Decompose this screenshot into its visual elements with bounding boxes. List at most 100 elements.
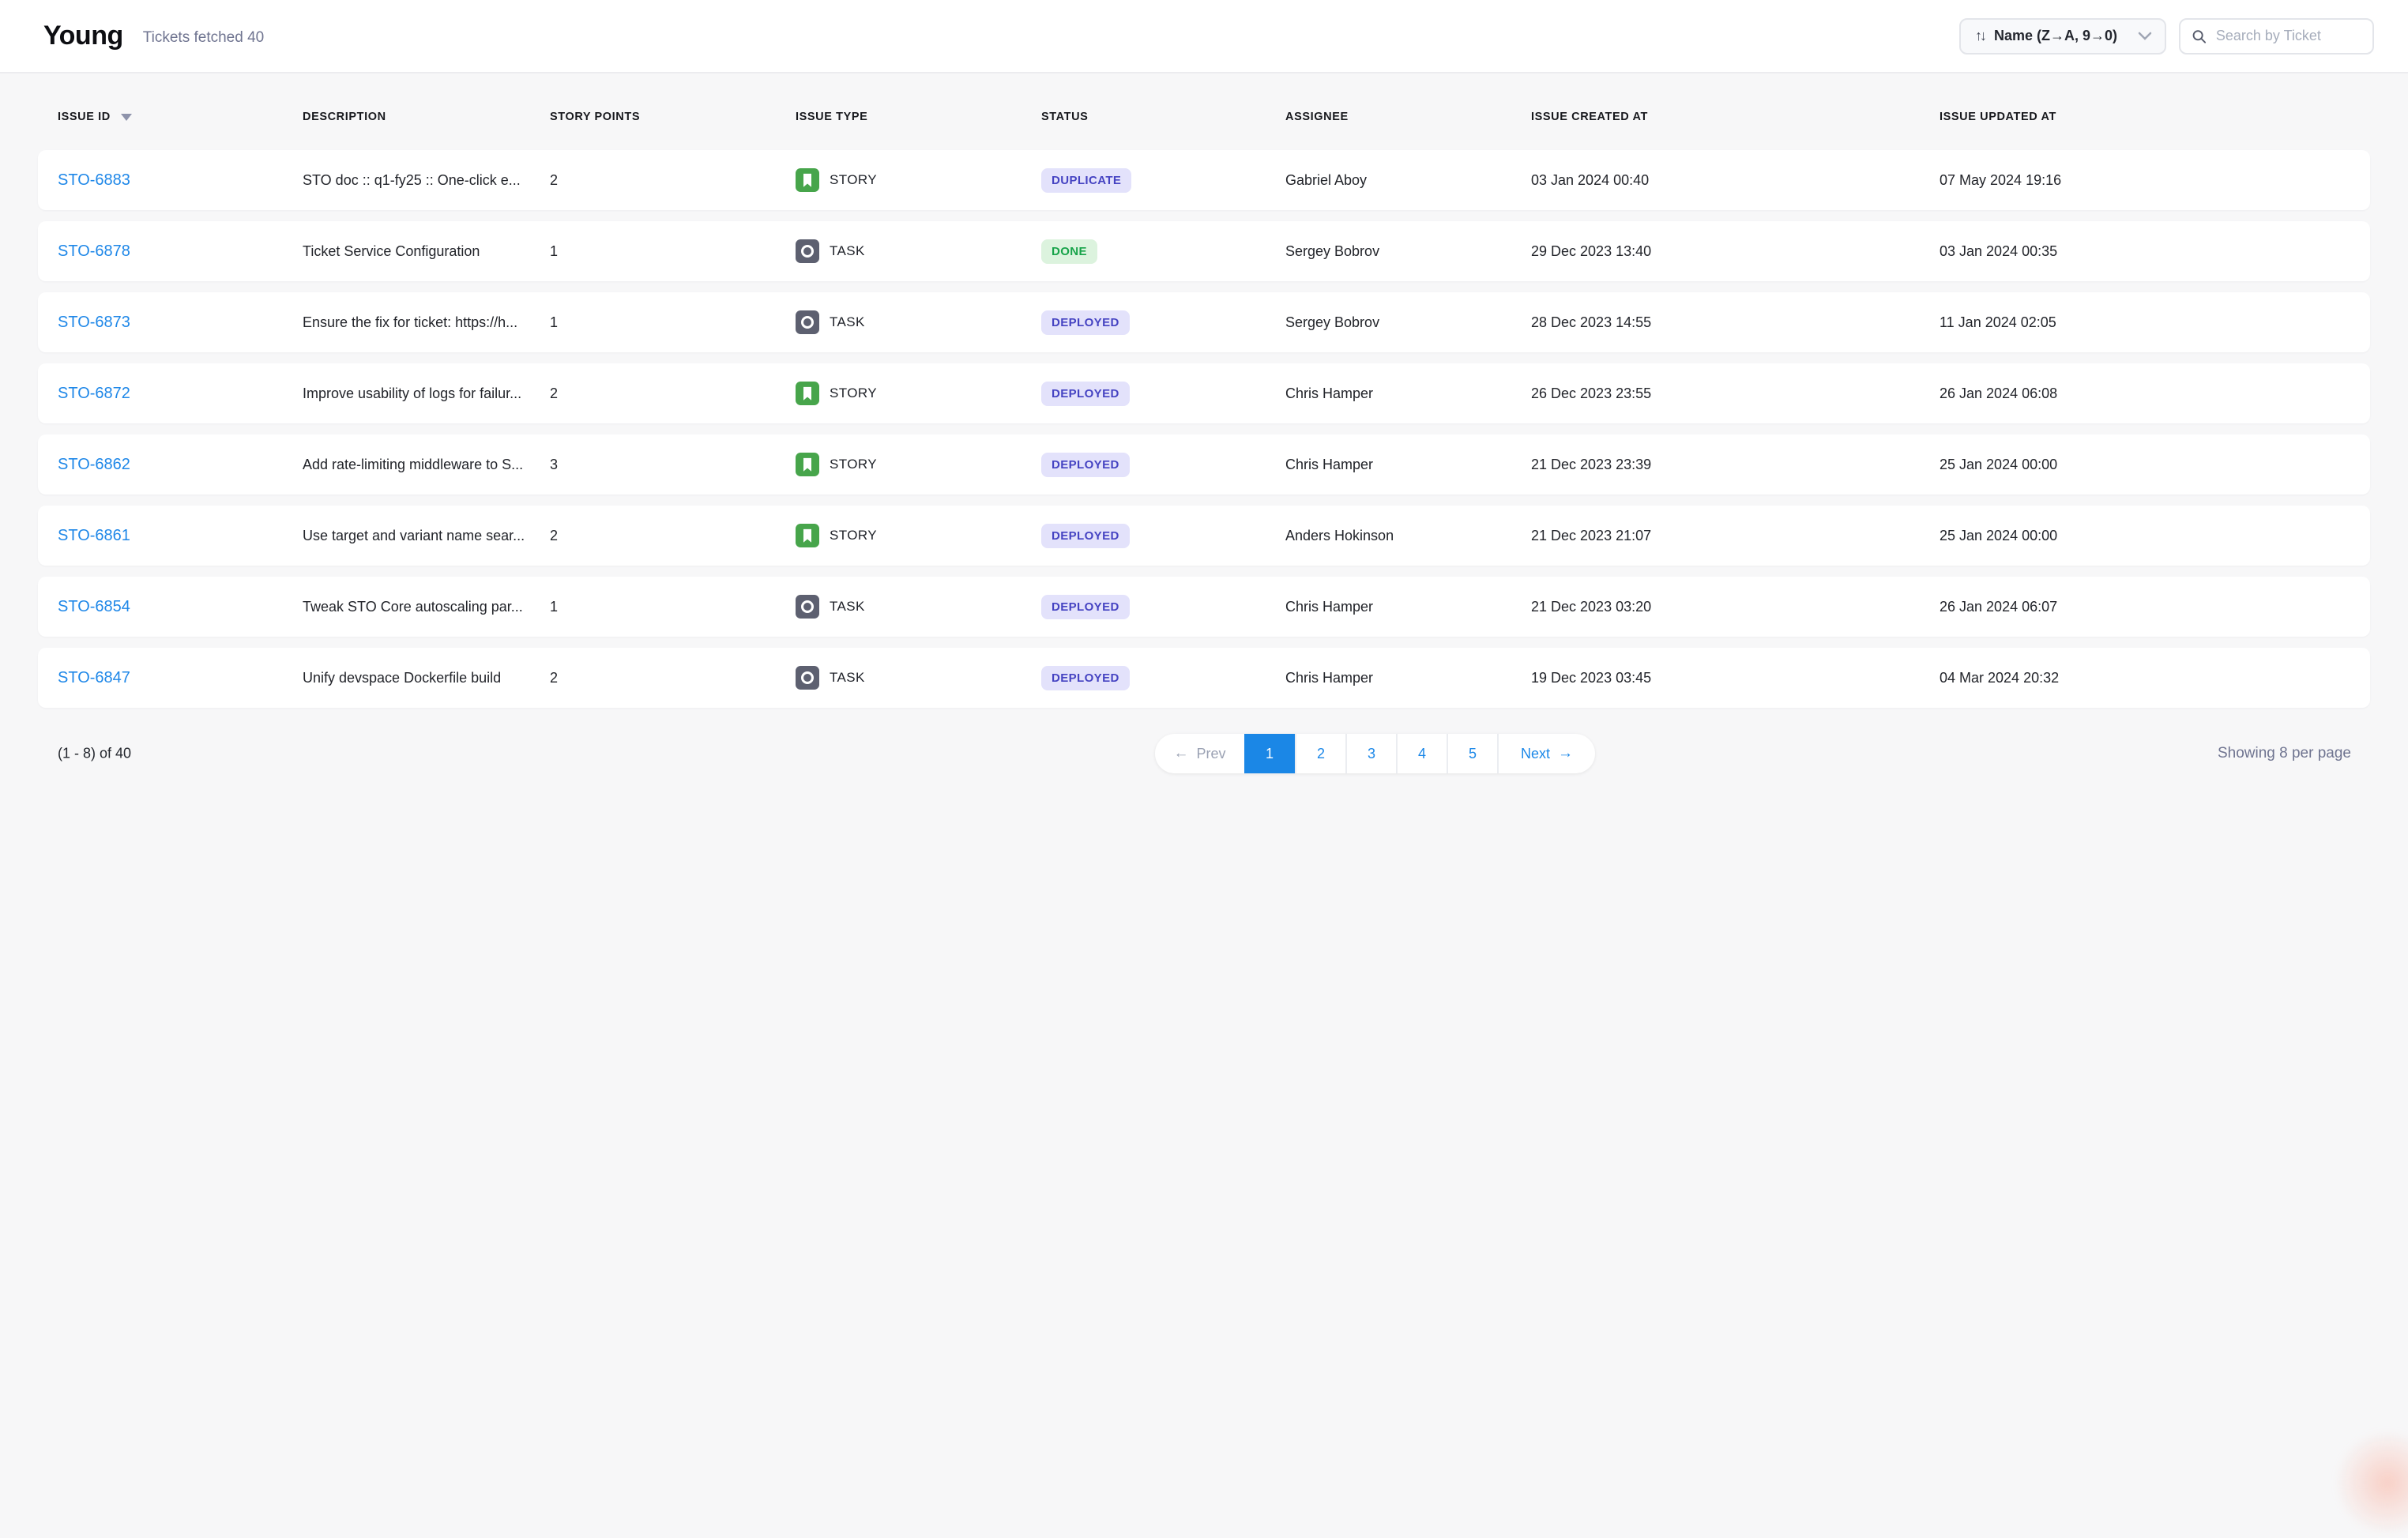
page-button-3[interactable]: 3 [1345,734,1396,773]
status-badge: DEPLOYED [1041,666,1130,690]
sort-dropdown[interactable]: ↑↓ Name (Z→A, 9→0) [1959,18,2166,55]
task-icon [796,595,819,619]
column-header-status: STATUS [1041,111,1285,123]
column-header-issue-updated-at: ISSUE UPDATED AT [1940,111,2350,123]
sort-updown-icon: ↑↓ [1975,28,1985,44]
prev-arrow-icon: ← [1173,745,1188,762]
topbar: Young Tickets fetched 40 ↑↓ Name (Z→A, 9… [0,0,2408,73]
issue-id-link[interactable]: STO-6883 [58,171,130,189]
assignee: Sergey Bobrov [1285,243,1531,260]
issue-description: Ensure the fix for ticket: https://h... [303,314,550,331]
issue-description: Add rate-limiting middleware to S... [303,457,550,473]
table-row[interactable]: STO-6873 Ensure the fix for ticket: http… [38,292,2370,352]
issue-id-link[interactable]: STO-6847 [58,669,130,686]
assignee: Chris Hamper [1285,457,1531,473]
status-badge: DEPLOYED [1041,453,1130,477]
issue-type: STORY [796,453,1041,476]
story-points: 1 [550,314,796,331]
issue-type: TASK [796,310,1041,334]
column-header-description: DESCRIPTION [303,111,550,123]
search-icon [2192,28,2207,45]
toolbar: ↑↓ Name (Z→A, 9→0) [1959,18,2374,55]
column-header-issue-type: ISSUE TYPE [796,111,1041,123]
issue-created-at: 26 Dec 2023 23:55 [1531,385,1940,402]
issue-created-at: 19 Dec 2023 03:45 [1531,670,1940,686]
status-badge: DEPLOYED [1041,310,1130,335]
column-header-issue-created-at: ISSUE CREATED AT [1531,111,1940,123]
issue-description: Improve usability of logs for failur... [303,385,550,402]
chevron-down-icon [2138,32,2152,41]
table-row[interactable]: STO-6847 Unify devspace Dockerfile build… [38,648,2370,708]
issue-updated-at: 25 Jan 2024 00:00 [1940,457,2350,473]
column-header-issue-id[interactable]: ISSUE ID [58,111,303,123]
story-points: 3 [550,457,796,473]
ticket-table: ISSUE ID DESCRIPTION STORY POINTS ISSUE … [0,103,2408,708]
issue-description: Use target and variant name sear... [303,528,550,544]
issue-updated-at: 04 Mar 2024 20:32 [1940,670,2350,686]
range-label: (1 - 8) of 40 [58,746,131,762]
table-row[interactable]: STO-6854 Tweak STO Core autoscaling par.… [38,577,2370,637]
search-box[interactable] [2179,18,2374,55]
table-row[interactable]: STO-6883 STO doc :: q1-fy25 :: One-click… [38,150,2370,210]
page-button-2[interactable]: 2 [1295,734,1345,773]
issue-id-link[interactable]: STO-6873 [58,314,130,331]
tickets-fetched-label: Tickets fetched 40 [143,29,264,47]
page-button-1[interactable]: 1 [1244,734,1295,773]
issue-type: TASK [796,595,1041,619]
task-icon [796,666,819,690]
issue-updated-at: 25 Jan 2024 00:00 [1940,528,2350,544]
story-icon [796,168,819,192]
issue-type: TASK [796,239,1041,263]
issue-created-at: 21 Dec 2023 03:20 [1531,599,1940,615]
table-header-row: ISSUE ID DESCRIPTION STORY POINTS ISSUE … [38,103,2370,130]
story-icon [796,524,819,547]
story-points: 2 [550,385,796,402]
status-badge: DEPLOYED [1041,382,1130,406]
page-button-4[interactable]: 4 [1396,734,1447,773]
status-badge: DONE [1041,239,1097,264]
table-row[interactable]: STO-6861 Use target and variant name sea… [38,506,2370,566]
pagination: ← Prev 12345 Next → [1155,734,1595,773]
issue-id-link[interactable]: STO-6854 [58,598,130,615]
issue-created-at: 29 Dec 2023 13:40 [1531,243,1940,260]
issue-type: STORY [796,168,1041,192]
status-badge: DEPLOYED [1041,524,1130,548]
issue-id-link[interactable]: STO-6878 [58,243,130,260]
status-badge: DEPLOYED [1041,595,1130,619]
column-header-story-points: STORY POINTS [550,111,796,123]
status-badge: DUPLICATE [1041,168,1131,193]
next-page-button[interactable]: Next → [1497,734,1595,773]
story-points: 1 [550,243,796,260]
table-body: STO-6883 STO doc :: q1-fy25 :: One-click… [38,150,2370,708]
task-icon [796,310,819,334]
story-points: 2 [550,528,796,544]
page-button-5[interactable]: 5 [1447,734,1497,773]
issue-created-at: 21 Dec 2023 23:39 [1531,457,1940,473]
issue-description: Tweak STO Core autoscaling par... [303,599,550,615]
assignee: Chris Hamper [1285,599,1531,615]
story-icon [796,382,819,405]
search-input[interactable] [2216,28,2361,44]
story-points: 1 [550,599,796,615]
issue-id-link[interactable]: STO-6872 [58,385,130,402]
table-row[interactable]: STO-6878 Ticket Service Configuration 1 … [38,221,2370,281]
sort-desc-icon [121,114,132,121]
floating-orb [2332,1427,2408,1538]
story-icon [796,453,819,476]
table-row[interactable]: STO-6862 Add rate-limiting middleware to… [38,434,2370,494]
task-icon [796,239,819,263]
issue-description: STO doc :: q1-fy25 :: One-click e... [303,172,550,189]
issue-type: TASK [796,666,1041,690]
prev-page-button[interactable]: ← Prev [1155,734,1244,773]
assignee: Chris Hamper [1285,385,1531,402]
issue-id-link[interactable]: STO-6861 [58,527,130,544]
issue-created-at: 21 Dec 2023 21:07 [1531,528,1940,544]
issue-updated-at: 07 May 2024 19:16 [1940,172,2350,189]
issue-updated-at: 26 Jan 2024 06:07 [1940,599,2350,615]
issue-id-link[interactable]: STO-6862 [58,456,130,473]
story-points: 2 [550,670,796,686]
assignee: Chris Hamper [1285,670,1531,686]
table-row[interactable]: STO-6872 Improve usability of logs for f… [38,363,2370,423]
next-arrow-icon: → [1558,745,1573,762]
issue-created-at: 03 Jan 2024 00:40 [1531,172,1940,189]
